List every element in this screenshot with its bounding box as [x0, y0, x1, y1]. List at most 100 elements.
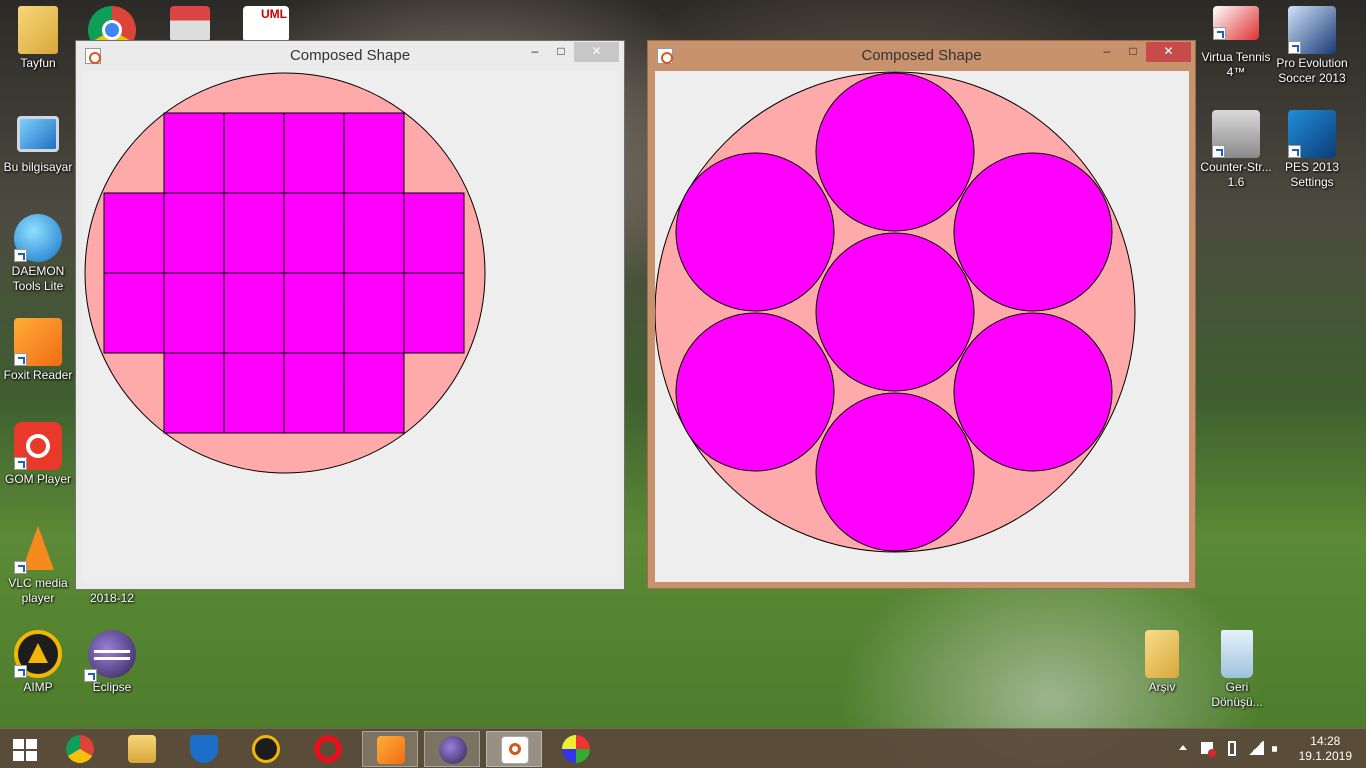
action-center-flag-icon[interactable]	[1201, 742, 1216, 757]
inner-rectangle	[343, 352, 405, 434]
volume-icon[interactable]	[1272, 742, 1282, 756]
inner-rectangle	[283, 352, 345, 434]
file-explorer-icon	[128, 735, 156, 763]
desktop-icon-label: Arşiv	[1148, 680, 1176, 694]
desktop-icon-label: AIMP	[23, 680, 53, 694]
window-client-area	[83, 71, 618, 583]
opera-icon	[314, 735, 342, 763]
desktop-icon-vlc[interactable]: VLC media player	[0, 526, 76, 606]
maximize-button[interactable]: □	[1120, 42, 1146, 62]
desktop-icon-user-folder[interactable]: Tayfun	[0, 6, 76, 71]
close-button[interactable]: ✕	[574, 42, 619, 62]
clock-date: 19.1.2019	[1298, 749, 1352, 763]
taskbar-paint[interactable]	[548, 731, 604, 767]
taskbar: 14:28 19.1.2019	[0, 728, 1366, 768]
windows-start-icon	[13, 739, 37, 761]
chrome-icon	[66, 735, 94, 763]
shortcut-arrow-icon	[14, 249, 27, 262]
inner-rectangle	[163, 112, 225, 194]
desktop-icon-label: Pro Evolution Soccer 2013	[1276, 56, 1348, 85]
desktop-icon-label: Tayfun	[20, 56, 56, 70]
inner-circle	[953, 312, 1113, 472]
inner-circle	[675, 152, 835, 312]
show-hidden-icons-chevron[interactable]	[1179, 745, 1187, 750]
desktop-icon-aimp[interactable]: AIMP	[0, 630, 76, 695]
inner-rectangle	[403, 192, 465, 274]
signal-icon[interactable]	[1248, 741, 1264, 755]
eclipse-icon	[84, 630, 136, 682]
desktop-icon-label: 2018-12	[89, 591, 135, 605]
desktop: Tayfun Bu bilgisayar DAEMON Tools Lite F…	[0, 0, 1366, 728]
inner-rectangle	[403, 272, 465, 354]
desktop-icon-foxit-reader[interactable]: Foxit Reader	[0, 318, 76, 383]
vlc-icon	[14, 526, 62, 574]
taskbar-windows-defender[interactable]	[176, 731, 232, 767]
inner-rectangle	[163, 272, 225, 354]
window-titlebar[interactable]: Composed Shape – □ ✕	[648, 41, 1195, 71]
desktop-icon-app[interactable]	[152, 6, 228, 44]
desktop-icon-counter-strike[interactable]: Counter-Str... 1.6	[1198, 110, 1274, 190]
foxit-reader-icon	[377, 736, 405, 764]
taskbar-clock[interactable]: 14:28 19.1.2019	[1299, 734, 1352, 764]
shortcut-arrow-icon	[1212, 145, 1225, 158]
pes-2013-icon	[1288, 6, 1336, 54]
inner-rectangle	[223, 112, 285, 194]
composed-shape-window-1[interactable]: Composed Shape – □ ✕	[75, 40, 625, 590]
inner-circle	[815, 392, 975, 552]
counter-strike-icon	[1212, 110, 1260, 158]
inner-rectangle	[283, 112, 345, 194]
desktop-icon-uml[interactable]: UML	[228, 6, 304, 44]
desktop-icon-label: Virtua Tennis 4™	[1201, 50, 1271, 79]
desktop-icon-archive[interactable]: Arşiv	[1124, 630, 1200, 695]
taskbar-eclipse[interactable]	[424, 731, 480, 767]
inner-rectangle	[283, 272, 345, 354]
desktop-icon-gom-player[interactable]: GOM Player	[0, 422, 76, 487]
taskbar-java[interactable]	[486, 731, 542, 767]
minimize-button[interactable]: –	[1094, 42, 1120, 62]
desktop-icon-pes-2013[interactable]: Pro Evolution Soccer 2013	[1274, 6, 1350, 86]
shortcut-arrow-icon	[14, 561, 27, 574]
composed-shape-window-2[interactable]: Composed Shape – □ ✕	[647, 40, 1196, 589]
toolbox-icon	[170, 6, 210, 42]
inner-circle	[675, 312, 835, 472]
start-button[interactable]	[0, 731, 50, 767]
inner-rectangle	[283, 192, 345, 274]
desktop-icon-daemon-tools[interactable]: DAEMON Tools Lite	[0, 214, 76, 294]
desktop-icon-label: Eclipse	[92, 680, 132, 694]
desktop-icon-label: Geri Dönüşü...	[1211, 680, 1263, 709]
composed-shape-canvas	[655, 71, 1136, 553]
desktop-icon-eclipse[interactable]: Eclipse	[74, 630, 150, 695]
inner-circle	[815, 232, 975, 392]
inner-rectangle	[343, 192, 405, 274]
taskbar-foxit-reader[interactable]	[362, 731, 418, 767]
aimp-icon	[14, 630, 62, 678]
windows-defender-icon	[190, 735, 218, 763]
desktop-icon-pes-settings[interactable]: PES 2013 Settings	[1274, 110, 1350, 190]
taskbar-file-explorer[interactable]	[114, 731, 170, 767]
inner-circle	[953, 152, 1113, 312]
system-tray	[1176, 729, 1296, 768]
inner-rectangle	[223, 272, 285, 354]
java-icon	[501, 736, 529, 764]
inner-rectangle	[223, 352, 285, 434]
battery-icon[interactable]	[1228, 741, 1236, 756]
inner-circle	[815, 72, 975, 232]
maximize-button[interactable]: □	[548, 42, 574, 62]
close-button[interactable]: ✕	[1146, 42, 1191, 62]
inner-rectangle	[343, 272, 405, 354]
uml-icon: UML	[243, 6, 289, 42]
paint-icon	[562, 735, 590, 763]
desktop-icon-virtua-tennis[interactable]: Virtua Tennis 4™	[1198, 6, 1274, 80]
foxit-reader-icon	[14, 318, 62, 366]
inner-rectangle	[343, 112, 405, 194]
taskbar-chrome[interactable]	[52, 731, 108, 767]
shortcut-arrow-icon	[1213, 27, 1226, 40]
window-titlebar[interactable]: Composed Shape – □ ✕	[76, 41, 624, 71]
pes-settings-icon	[1288, 110, 1336, 158]
taskbar-aimp[interactable]	[238, 731, 294, 767]
desktop-icon-computer[interactable]: Bu bilgisayar	[0, 110, 76, 175]
taskbar-opera[interactable]	[300, 731, 356, 767]
desktop-icon-recycle-bin[interactable]: Geri Dönüşü...	[1199, 630, 1275, 710]
minimize-button[interactable]: –	[522, 42, 548, 62]
shortcut-arrow-icon	[1288, 145, 1301, 158]
